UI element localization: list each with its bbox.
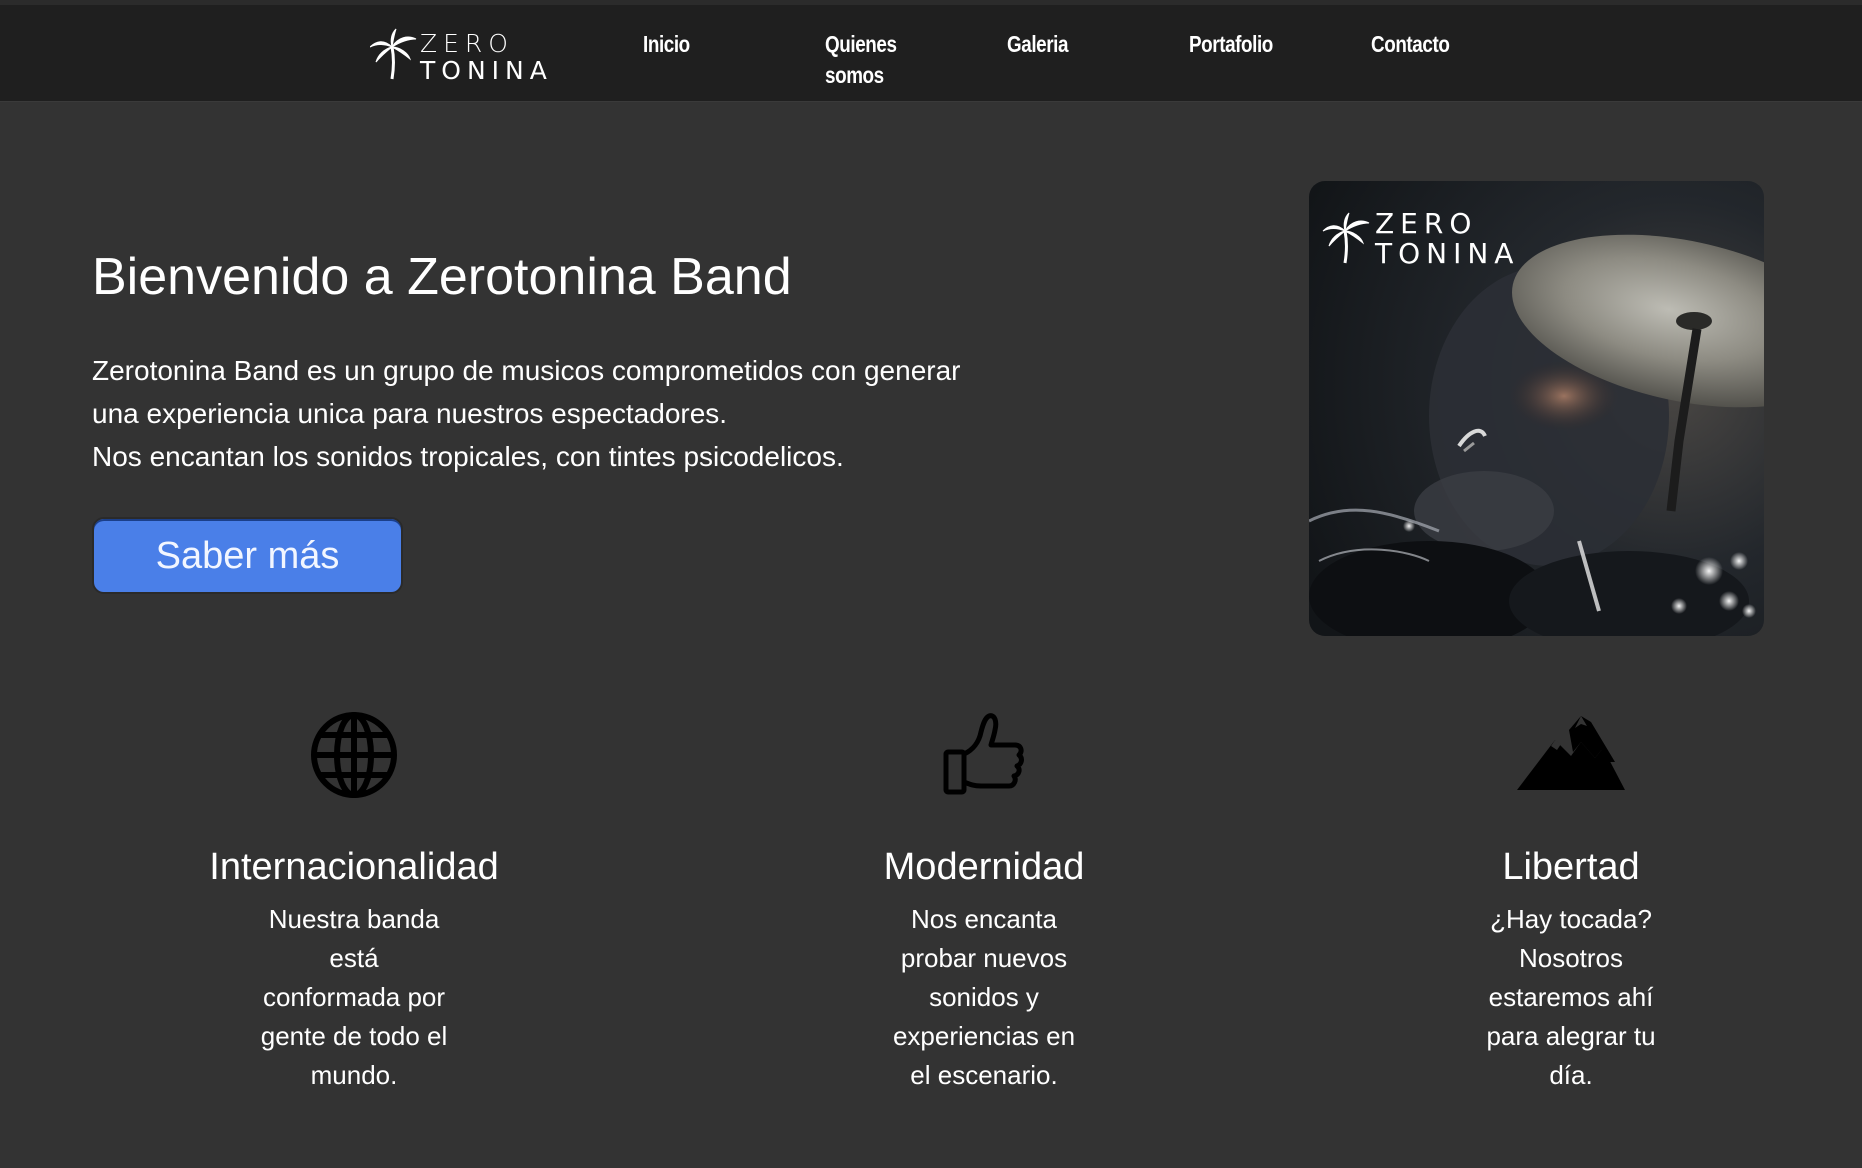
- feature-text-line: ¿Hay tocada?: [1490, 904, 1652, 934]
- drummer-photo: ZERO TONINA: [1309, 181, 1764, 636]
- feature-title-libertad: Libertad: [1502, 846, 1640, 888]
- nav-link-contacto[interactable]: Contacto: [1371, 29, 1450, 60]
- feature-text-internacionalidad: Nuestra banda está conformada por gente …: [254, 900, 454, 1095]
- globe-icon: [311, 712, 397, 798]
- feature-internacionalidad: Internacionalidad Nuestra banda está con…: [154, 700, 554, 1095]
- nav-link-quienes-somos[interactable]: Quienes somos: [825, 29, 897, 91]
- hero-description: Zerotonina Band es un grupo de musicos c…: [92, 349, 1052, 478]
- feature-text-line: Nosotros: [1518, 943, 1624, 973]
- feature-text-line: gente de todo el: [260, 1021, 448, 1051]
- feature-title-internacionalidad: Internacionalidad: [209, 846, 499, 888]
- feature-text-line: Nos encanta: [911, 904, 1057, 934]
- nav-link-quienes-somos-line-2: somos: [825, 62, 884, 88]
- feature-text-line: sonidos y: [929, 982, 1039, 1012]
- nav-link-portafolio[interactable]: Portafolio: [1189, 29, 1273, 60]
- top-navigation-bar: ZERO TONINA Inicio Quienes somos Galeria…: [0, 0, 1862, 102]
- hero-description-line-1: Zerotonina Band es un grupo de musicos c…: [92, 355, 961, 386]
- drummer-photo-image: ZERO TONINA: [1309, 181, 1764, 636]
- feature-text-line: conformada por: [262, 982, 446, 1012]
- hero-title: Bienvenido a Zerotonina Band: [92, 248, 792, 306]
- photo-logo-text-tonina: TONINA: [1374, 237, 1519, 270]
- feature-text-modernidad: Nos encanta probar nuevos sonidos y expe…: [884, 900, 1084, 1095]
- feature-text-line: el escenario.: [910, 1060, 1058, 1090]
- brand-logo-link[interactable]: ZERO TONINA: [369, 27, 560, 85]
- feature-text-line: experiencias en: [892, 1021, 1076, 1051]
- feature-text-line: día.: [1549, 1060, 1593, 1090]
- hero-description-line-2: una experiencia unica para nuestros espe…: [92, 398, 728, 429]
- feature-text-libertad: ¿Hay tocada? Nosotros estaremos ahí para…: [1471, 900, 1671, 1095]
- hero-description-line-3: Nos encantan los sonidos tropicales, con…: [92, 441, 844, 472]
- nav-link-quienes-somos-line-1: Quienes: [825, 31, 897, 57]
- logo-text-tonina: TONINA: [419, 56, 553, 85]
- palm-tree-logo-icon: ZERO TONINA: [369, 28, 553, 85]
- feature-text-line: estaremos ahí: [1488, 982, 1654, 1012]
- feature-text-line: probar nuevos: [900, 943, 1068, 973]
- logo-text-zero: ZERO: [420, 29, 514, 58]
- feature-modernidad: Modernidad Nos encanta probar nuevos son…: [784, 700, 1184, 1095]
- nav-link-galeria[interactable]: Galeria: [1007, 29, 1068, 60]
- nav-link-inicio[interactable]: Inicio: [643, 29, 690, 60]
- saber-mas-button[interactable]: Saber más: [92, 517, 403, 594]
- feature-text-line: está: [329, 943, 379, 973]
- thumbs-up-icon: [943, 713, 1024, 795]
- feature-text-line: mundo.: [310, 1060, 398, 1090]
- feature-title-modernidad: Modernidad: [883, 846, 1085, 888]
- feature-libertad: Libertad ¿Hay tocada? Nosotros estaremos…: [1371, 700, 1771, 1095]
- photo-logo-text-zero: ZERO: [1375, 207, 1477, 240]
- mountains-icon: [1517, 716, 1625, 790]
- feature-text-line: Nuestra banda: [268, 904, 440, 934]
- feature-text-line: para alegrar tu: [1486, 1021, 1656, 1051]
